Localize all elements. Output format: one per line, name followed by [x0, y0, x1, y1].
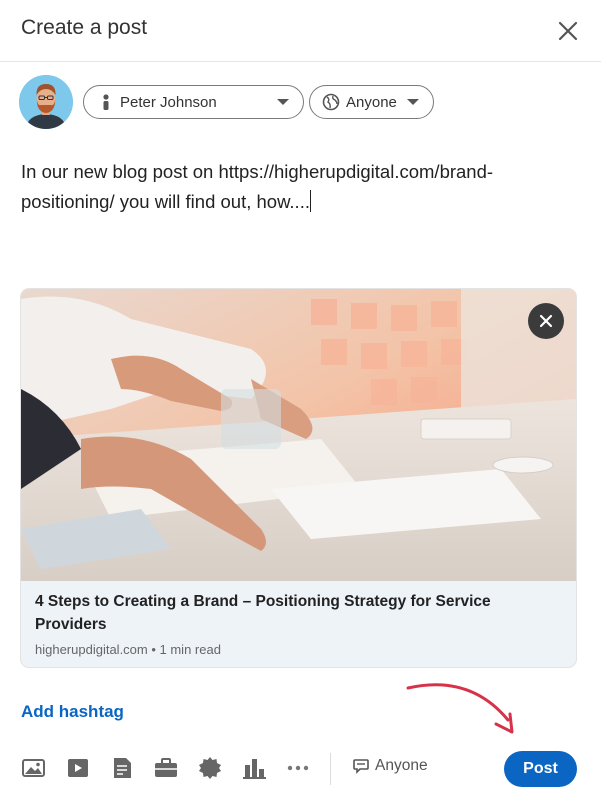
link-preview-card[interactable]: 4 Steps to Creating a Brand – Positionin…: [21, 289, 576, 667]
job-icon[interactable]: [153, 755, 179, 781]
author-select[interactable]: Peter Johnson: [83, 85, 304, 119]
chevron-down-icon: [407, 99, 419, 105]
remove-preview-button[interactable]: [528, 303, 564, 339]
add-hashtag-button[interactable]: Add hashtag: [21, 702, 124, 722]
avatar: [19, 75, 73, 129]
celebrate-icon[interactable]: [197, 755, 223, 781]
post-text: In our new blog post on https://higherup…: [21, 161, 494, 212]
post-button[interactable]: Post: [504, 751, 577, 787]
document-icon[interactable]: [109, 755, 135, 781]
post-text-editor[interactable]: In our new blog post on https://higherup…: [21, 157, 581, 217]
chevron-down-icon: [277, 99, 289, 105]
more-icon[interactable]: [285, 755, 311, 781]
dialog-title: Create a post: [21, 16, 148, 39]
comment-scope-button[interactable]: Anyone: [352, 757, 428, 775]
author-row: Peter Johnson Anyone: [19, 75, 579, 131]
video-icon[interactable]: [65, 755, 91, 781]
dialog-header: Create a post: [0, 0, 601, 62]
audience-select[interactable]: Anyone: [309, 85, 434, 119]
author-name: Peter Johnson: [120, 93, 217, 111]
audience-label: Anyone: [346, 93, 397, 111]
link-preview-image: [21, 289, 576, 581]
photo-icon[interactable]: [21, 755, 47, 781]
link-preview-title: 4 Steps to Creating a Brand – Positionin…: [35, 593, 491, 633]
annotation-arrow-icon: [406, 683, 514, 734]
comment-scope-label: Anyone: [375, 757, 428, 774]
comment-icon: [353, 759, 369, 774]
poll-icon[interactable]: [241, 755, 267, 781]
globe-icon: [322, 93, 340, 111]
text-cursor: [309, 190, 312, 212]
link-preview-meta: higherupdigital.com • 1 min read: [35, 642, 221, 657]
toolbar-divider: [330, 753, 331, 785]
close-icon: [539, 314, 553, 328]
person-icon: [103, 94, 109, 110]
post-toolbar: Anyone Post: [0, 745, 601, 795]
close-icon[interactable]: [553, 16, 583, 46]
